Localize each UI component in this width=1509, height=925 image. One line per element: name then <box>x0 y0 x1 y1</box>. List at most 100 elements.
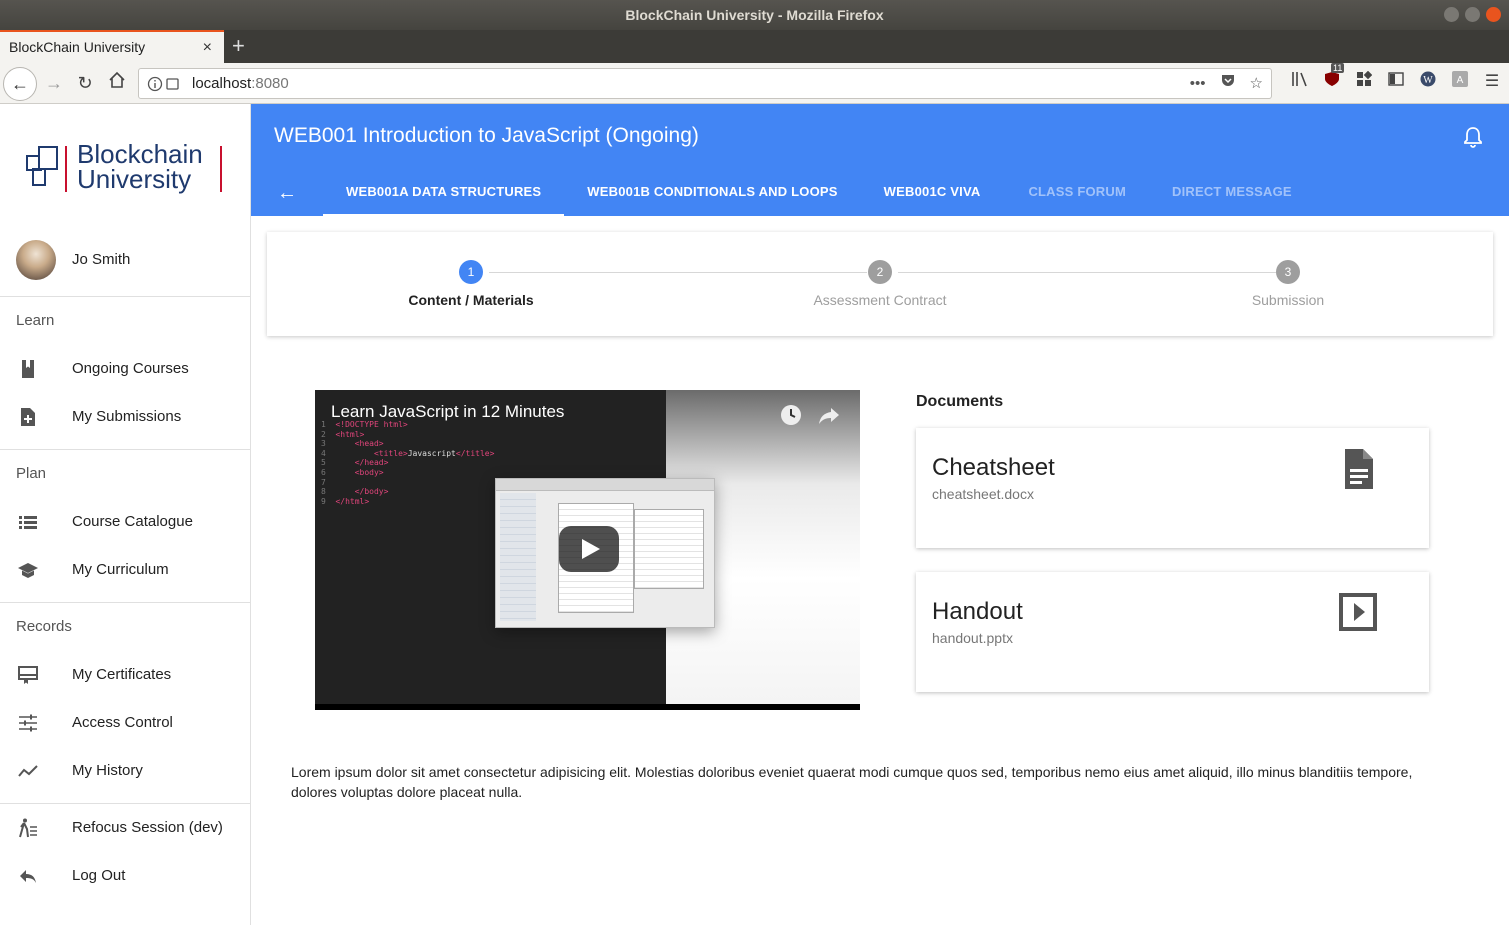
tab-web001a-data-structures[interactable]: WEB001A DATA STRUCTURES <box>323 168 565 216</box>
tune-icon <box>19 714 37 732</box>
documents-heading: Documents <box>916 393 1004 410</box>
url-text[interactable]: localhost:8080 <box>192 69 289 98</box>
sidebar-item-access-control[interactable]: Access Control <box>0 699 250 747</box>
step-submission[interactable]: 3 Submission <box>1168 260 1408 308</box>
document-filename: handout.pptx <box>932 630 1013 646</box>
video-player[interactable]: 1 <!DOCTYPE html> 2 <html> 3 <head> 4 <t… <box>315 390 860 710</box>
sidebar-toggle-icon[interactable] <box>1387 71 1405 92</box>
progress-stepper: 1 Content / Materials 2 Assessment Contr… <box>267 232 1493 336</box>
play-button[interactable] <box>559 526 619 572</box>
user-name: Jo Smith <box>72 251 131 268</box>
user-profile[interactable]: Jo Smith <box>16 240 246 280</box>
video-bottom-bar <box>315 704 860 710</box>
document-filename: cheatsheet.docx <box>932 486 1034 502</box>
new-tab-button[interactable]: + <box>232 32 245 60</box>
divider <box>0 602 250 603</box>
library-icon[interactable] <box>1291 71 1309 92</box>
sidebar-item-my-curriculum[interactable]: My Curriculum <box>0 546 250 594</box>
list-icon <box>19 516 37 529</box>
video-actions <box>780 404 840 426</box>
page-title: WEB001 Introduction to JavaScript (Ongoi… <box>274 124 699 147</box>
sidebar-item-label: Log Out <box>72 867 126 884</box>
section-label-learn: Learn <box>16 312 55 329</box>
browser-tab-title: BlockChain University <box>9 39 146 55</box>
tab-direct-message[interactable]: DIRECT MESSAGE <box>1149 168 1315 216</box>
document-card-cheatsheet[interactable]: Cheatsheet cheatsheet.docx <box>916 428 1429 548</box>
content-description: Lorem ipsum dolor sit amet consectetur a… <box>291 764 1413 800</box>
sidebar-item-my-certificates[interactable]: My Certificates <box>0 651 250 699</box>
step-number: 3 <box>1276 260 1300 284</box>
site-info-icon[interactable] <box>147 76 179 92</box>
watch-later-icon[interactable] <box>780 404 802 426</box>
translate-extension-icon[interactable]: A <box>1451 71 1469 92</box>
sidebar-item-label: My Certificates <box>72 666 172 683</box>
step-content-materials[interactable]: 1 Content / Materials <box>351 260 591 308</box>
page-actions-icon[interactable]: ••• <box>1190 69 1206 98</box>
avatar <box>16 240 56 280</box>
reply-icon <box>20 870 36 883</box>
section-label-plan: Plan <box>16 465 47 482</box>
svg-text:A: A <box>1457 75 1464 86</box>
step-assessment-contract[interactable]: 2 Assessment Contract <box>760 260 1000 308</box>
school-icon <box>18 563 38 578</box>
document-card-handout[interactable]: Handout handout.pptx <box>916 572 1429 692</box>
sidebar-item-label: Access Control <box>72 714 173 731</box>
home-button[interactable] <box>105 71 129 95</box>
timeline-icon <box>18 765 38 777</box>
menu-hamburger-icon[interactable]: ☰ <box>1483 71 1501 92</box>
logo-accent-bar <box>220 146 222 192</box>
sidebar-item-refocus-session[interactable]: Refocus Session (dev) <box>0 804 250 852</box>
sidebar: Blockchain University Jo Smith Learn Ong… <box>0 104 251 925</box>
tab-web001b-conditionals-and-loops[interactable]: WEB001B CONDITIONALS AND LOOPS <box>564 168 860 216</box>
step-number: 2 <box>868 260 892 284</box>
directions-walk-icon <box>19 818 37 838</box>
svg-text:W: W <box>1423 75 1433 86</box>
app-header: WEB001 Introduction to JavaScript (Ongoi… <box>251 104 1509 216</box>
document-title: Handout <box>932 598 1023 625</box>
window-close-button[interactable] <box>1486 7 1501 22</box>
home-icon <box>109 71 125 88</box>
browser-forward-button[interactable]: → <box>42 71 66 95</box>
window-title: BlockChain University - Mozilla Firefox <box>625 7 884 23</box>
sidebar-item-course-catalogue[interactable]: Course Catalogue <box>0 498 250 546</box>
minimize-button[interactable] <box>1444 7 1459 22</box>
divider <box>0 296 250 297</box>
sidebar-item-label: Course Catalogue <box>72 513 193 530</box>
wikipedia-extension-icon[interactable]: W <box>1419 71 1437 92</box>
ublock-extension-icon[interactable]: 11 <box>1323 63 1345 92</box>
sidebar-item-log-out[interactable]: Log Out <box>0 852 250 900</box>
sidebar-item-my-submissions[interactable]: My Submissions <box>0 393 250 441</box>
certificate-icon <box>18 666 38 684</box>
maximize-button[interactable] <box>1465 7 1480 22</box>
back-arrow-icon[interactable]: ← <box>277 182 297 205</box>
window-controls <box>1444 7 1501 22</box>
logo-mark-icon <box>26 146 67 192</box>
bookmark-star-icon[interactable]: ☆ <box>1250 69 1263 98</box>
browser-navbar: ← → ↻ localhost:8080 ••• ☆ 11 W A ☰ <box>0 63 1509 104</box>
url-bar[interactable]: localhost:8080 ••• ☆ <box>138 68 1272 99</box>
ublock-badge: 11 <box>1331 63 1345 73</box>
blockchain-university-logo[interactable]: Blockchain University <box>26 141 226 194</box>
browser-tab[interactable]: BlockChain University × <box>0 30 224 63</box>
sidebar-item-label: My History <box>72 762 143 779</box>
step-label: Content / Materials <box>408 292 534 308</box>
video-title[interactable]: Learn JavaScript in 12 Minutes <box>331 402 564 422</box>
course-tabs: WEB001A DATA STRUCTURES WEB001B CONDITIO… <box>323 168 1315 216</box>
browser-tab-strip: BlockChain University × + <box>0 30 1509 63</box>
pocket-icon[interactable] <box>1220 69 1236 98</box>
document-icon <box>1345 449 1373 489</box>
sidebar-item-ongoing-courses[interactable]: Ongoing Courses <box>0 345 250 393</box>
logo-text: Blockchain University <box>77 141 203 194</box>
notifications-bell-icon[interactable] <box>1463 126 1483 148</box>
reload-button[interactable]: ↻ <box>73 71 97 95</box>
url-port: :8080 <box>251 75 289 92</box>
sidebar-item-my-history[interactable]: My History <box>0 747 250 795</box>
logo-line2: University <box>77 164 192 194</box>
tab-class-forum[interactable]: CLASS FORUM <box>1003 168 1149 216</box>
share-icon[interactable] <box>818 404 840 426</box>
tab-close-icon[interactable]: × <box>203 32 212 63</box>
tab-web001c-viva[interactable]: WEB001C VIVA <box>861 168 1004 216</box>
browser-back-button[interactable]: ← <box>3 67 37 101</box>
extensions-grid-icon[interactable] <box>1355 70 1373 92</box>
document-title: Cheatsheet <box>932 454 1055 481</box>
